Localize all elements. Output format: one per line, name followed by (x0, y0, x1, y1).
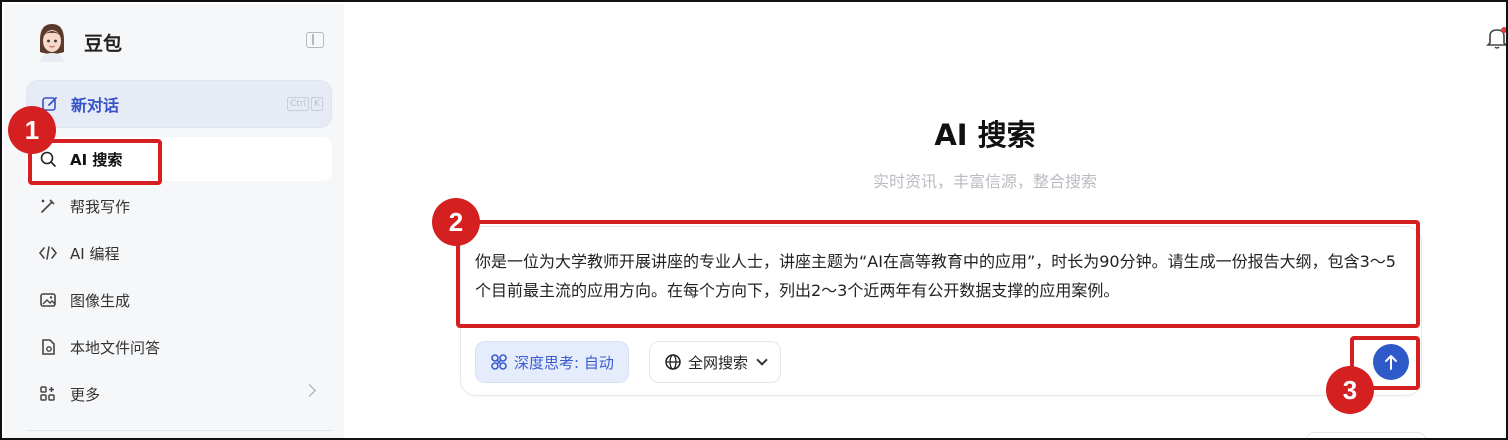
sidebar-item-label: AI 编程 (70, 244, 120, 263)
sidebar: 豆包 新对话 Ctrl K AI 搜索 帮我写作 AI 编程 图像生成 本地文件… (4, 4, 344, 438)
deep-think-toggle[interactable]: 深度思考: 自动 (475, 341, 629, 383)
page-subtitle: 实时资讯，丰富信源，整合搜索 (872, 172, 1097, 191)
shortcut-key-ctrl: Ctrl (287, 97, 310, 111)
sidebar-item-coding[interactable]: AI 编程 (26, 231, 332, 275)
file-icon (38, 337, 58, 357)
notification-bell-icon[interactable] (1486, 26, 1506, 50)
sidebar-divider (26, 430, 332, 431)
grid-plus-icon (38, 384, 58, 404)
bottom-panel-stub (1306, 432, 1426, 438)
globe-icon (664, 353, 682, 371)
annotation-box-2 (456, 220, 1420, 328)
web-search-label: 全网搜索 (688, 353, 749, 372)
sidebar-item-label: 帮我写作 (70, 197, 131, 216)
sidebar-item-file-qa[interactable]: 本地文件问答 (26, 325, 332, 369)
deep-think-label: 深度思考: 自动 (514, 353, 614, 372)
app-window: 豆包 新对话 Ctrl K AI 搜索 帮我写作 AI 编程 图像生成 本地文件… (0, 0, 1508, 440)
annotation-badge-2: 2 (432, 198, 480, 246)
pen-sparkle-icon (38, 196, 58, 216)
new-chat-button[interactable]: 新对话 Ctrl K (26, 80, 332, 128)
sidebar-item-label: 本地文件问答 (70, 338, 161, 357)
annotation-badge-3: 3 (1326, 366, 1374, 414)
code-icon (38, 243, 58, 263)
app-name: 豆包 (84, 32, 123, 55)
image-icon (38, 290, 58, 310)
page-title: AI 搜索 (934, 118, 1036, 152)
shortcut-key-k: K (311, 97, 323, 111)
annotation-badge-1: 1 (8, 106, 56, 154)
sidebar-item-more[interactable]: 更多 (26, 372, 332, 416)
web-search-dropdown[interactable]: 全网搜索 (649, 341, 782, 383)
sidebar-item-image-gen[interactable]: 图像生成 (26, 278, 332, 322)
brand[interactable]: 豆包 (34, 22, 122, 62)
chevron-right-icon (303, 384, 316, 397)
shortcut-hint: Ctrl K (287, 97, 323, 111)
sidebar-collapse-icon[interactable] (306, 32, 324, 48)
sidebar-item-label: 更多 (70, 385, 101, 404)
new-chat-label: 新对话 (71, 96, 120, 115)
deep-think-icon (490, 353, 508, 371)
doubao-avatar-icon (34, 22, 70, 62)
sidebar-item-writing[interactable]: 帮我写作 (26, 184, 332, 228)
chevron-down-icon (756, 354, 768, 366)
sidebar-item-label: 图像生成 (70, 291, 131, 310)
